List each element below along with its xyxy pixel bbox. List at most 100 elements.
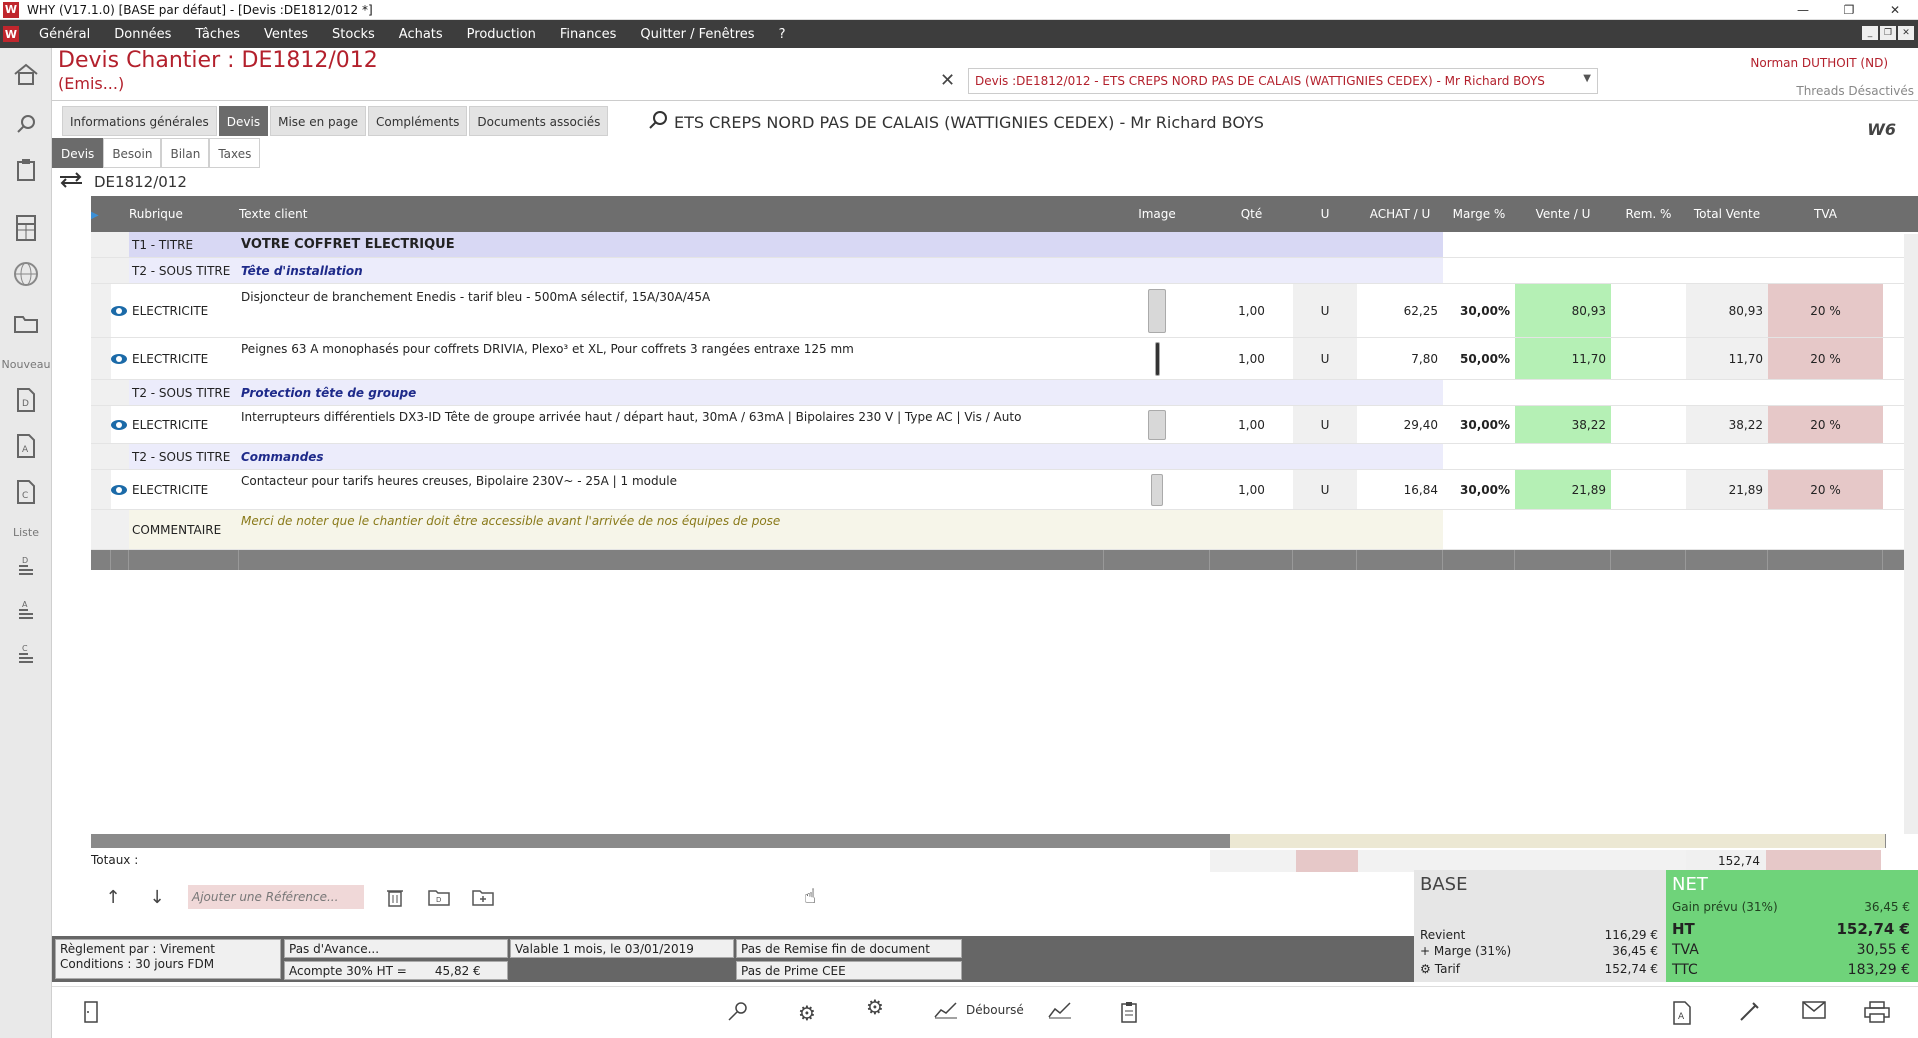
col-texte-client[interactable]: Texte client <box>239 207 1104 221</box>
table-row[interactable]: T2 - SOUS TITRE Protection tête de group… <box>91 380 1918 406</box>
cell-unite[interactable]: U <box>1293 338 1357 379</box>
menu-stocks[interactable]: Stocks <box>320 27 387 42</box>
cell-texte[interactable]: Commandes <box>239 444 1104 469</box>
list-c-icon[interactable]: C <box>12 640 40 668</box>
tab-devis[interactable]: Devis <box>218 106 269 136</box>
col-unite[interactable]: U <box>1293 207 1357 221</box>
clipboard-list-icon[interactable] <box>1120 1001 1138 1023</box>
grid-scroll-track[interactable] <box>1230 834 1885 848</box>
cell-remise[interactable] <box>1611 470 1686 509</box>
menu-production[interactable]: Production <box>455 27 548 42</box>
col-qte[interactable]: Qté <box>1210 207 1293 221</box>
cell-qte[interactable]: 1,00 <box>1210 338 1293 379</box>
table-row[interactable]: T2 - SOUS TITRE Commandes <box>91 444 1918 470</box>
folder-icon[interactable] <box>12 310 40 338</box>
new-a-document-icon[interactable]: A <box>12 432 40 460</box>
add-reference-input[interactable]: Ajouter une Référence... <box>188 885 364 909</box>
table-row[interactable]: ELECTRICITE Disjoncteur de branchement E… <box>91 284 1918 338</box>
cell-vente[interactable]: 11,70 <box>1515 338 1611 379</box>
col-vente[interactable]: Vente / U <box>1515 207 1611 221</box>
cell-texte[interactable]: Contacteur pour tarifs heures creuses, B… <box>239 470 1104 509</box>
trash-icon[interactable] <box>382 884 408 910</box>
table-row[interactable]: COMMENTAIRE Merci de noter que le chanti… <box>91 510 1918 550</box>
cell-marge[interactable]: 50,00% <box>1443 338 1515 379</box>
menu-ventes[interactable]: Ventes <box>252 27 320 42</box>
chart-icon[interactable] <box>1048 1001 1072 1019</box>
clipboard-icon[interactable] <box>12 156 40 184</box>
table-row[interactable]: T2 - SOUS TITRE Tête d'installation <box>91 258 1918 284</box>
pen-icon[interactable] <box>1738 1001 1760 1023</box>
menu-app-icon[interactable]: W <box>3 26 19 42</box>
subtab-besoin[interactable]: Besoin <box>103 138 162 168</box>
cell-unite[interactable]: U <box>1293 284 1357 337</box>
folder-add-icon[interactable] <box>470 884 496 910</box>
cell-unite[interactable]: U <box>1293 406 1357 443</box>
subtab-devis[interactable]: Devis <box>52 138 104 168</box>
cell-texte[interactable]: Tête d'installation <box>239 258 1104 283</box>
mail-icon[interactable] <box>1802 1001 1826 1019</box>
cell-texte[interactable]: Merci de noter que le chantier doit être… <box>239 510 1104 549</box>
cell-vente[interactable]: 21,89 <box>1515 470 1611 509</box>
menu-general[interactable]: Général <box>27 27 102 42</box>
new-d-document-icon[interactable]: D <box>12 386 40 414</box>
cell-achat[interactable]: 16,84 <box>1357 470 1443 509</box>
col-marge[interactable]: Marge % <box>1443 207 1515 221</box>
mdi-minimize-button[interactable]: _ <box>1862 26 1878 40</box>
cell-tva[interactable]: 20 % <box>1768 406 1883 443</box>
deposit-box[interactable]: Acompte 30% HT = 45,82 € <box>284 961 508 980</box>
cell-unite[interactable]: U <box>1293 470 1357 509</box>
menu-donnees[interactable]: Données <box>102 27 183 42</box>
table-row[interactable]: ELECTRICITE Contacteur pour tarifs heure… <box>91 470 1918 510</box>
payment-terms-box[interactable]: Règlement par : Virement Conditions : 30… <box>55 939 281 979</box>
close-window-button[interactable]: ✕ <box>1872 0 1918 20</box>
tab-complements[interactable]: Compléments <box>368 106 468 136</box>
eye-icon[interactable] <box>111 338 129 379</box>
col-remise[interactable]: Rem. % <box>1611 207 1686 221</box>
eye-icon[interactable] <box>111 284 129 337</box>
cell-texte[interactable]: Peignes 63 A monophasés pour coffrets DR… <box>239 338 1104 379</box>
row-selector-header[interactable]: ▶ <box>91 207 111 221</box>
mdi-restore-button[interactable]: ❐ <box>1880 26 1896 40</box>
arrow-down-icon[interactable]: ↓ <box>144 884 170 910</box>
discount-box[interactable]: Pas de Remise fin de document <box>736 939 962 958</box>
swap-arrows-icon[interactable] <box>58 172 84 192</box>
search-icon[interactable] <box>12 110 40 138</box>
grid-vertical-scrollbar[interactable] <box>1904 234 1918 834</box>
table-row[interactable]: T1 - TITRE VOTRE COFFRET ELECTRIQUE <box>91 232 1918 258</box>
cell-vente[interactable]: 80,93 <box>1515 284 1611 337</box>
cell-texte[interactable]: Interrupteurs différentiels DX3-ID Tête … <box>239 406 1104 443</box>
cell-remise[interactable] <box>1611 338 1686 379</box>
cell-achat[interactable]: 29,40 <box>1357 406 1443 443</box>
globe-icon[interactable] <box>12 260 40 288</box>
cell-texte[interactable]: Protection tête de groupe <box>239 380 1104 405</box>
printer-icon[interactable] <box>1864 1001 1890 1023</box>
cell-qte[interactable]: 1,00 <box>1210 406 1293 443</box>
home-icon[interactable] <box>12 60 40 88</box>
eye-icon[interactable] <box>111 470 129 509</box>
cell-texte[interactable]: VOTRE COFFRET ELECTRIQUE <box>239 232 1104 257</box>
exit-door-icon[interactable] <box>82 1001 100 1023</box>
menu-taches[interactable]: Tâches <box>183 27 252 42</box>
table-row[interactable]: ELECTRICITE Interrupteurs différentiels … <box>91 406 1918 444</box>
col-rubrique[interactable]: Rubrique <box>129 207 239 221</box>
current-user[interactable]: Norman DUTHOIT (ND) <box>1750 56 1888 70</box>
restore-button[interactable]: ❐ <box>1826 0 1872 20</box>
key-icon[interactable] <box>726 1001 748 1023</box>
menu-finances[interactable]: Finances <box>548 27 629 42</box>
cell-marge[interactable]: 30,00% <box>1443 284 1515 337</box>
folder-d-icon[interactable]: D <box>426 884 452 910</box>
cell-achat[interactable]: 7,80 <box>1357 338 1443 379</box>
cell-vente[interactable]: 38,22 <box>1515 406 1611 443</box>
document-selector[interactable]: Devis :DE1812/012 - ETS CREPS NORD PAS D… <box>968 68 1598 94</box>
cee-prime-box[interactable]: Pas de Prime CEE <box>736 961 962 980</box>
cell-texte[interactable]: Disjoncteur de branchement Enedis - tari… <box>239 284 1104 337</box>
list-a-icon[interactable]: A <box>12 596 40 624</box>
subtab-bilan[interactable]: Bilan <box>161 138 210 168</box>
col-tva[interactable]: TVA <box>1768 207 1883 221</box>
cell-achat[interactable]: 62,25 <box>1357 284 1443 337</box>
calculator-icon[interactable] <box>12 214 40 242</box>
cell-remise[interactable] <box>1611 284 1686 337</box>
menu-quitter-fenetres[interactable]: Quitter / Fenêtres <box>628 27 766 42</box>
cell-qte[interactable]: 1,00 <box>1210 470 1293 509</box>
tab-informations-generales[interactable]: Informations générales <box>62 106 217 136</box>
